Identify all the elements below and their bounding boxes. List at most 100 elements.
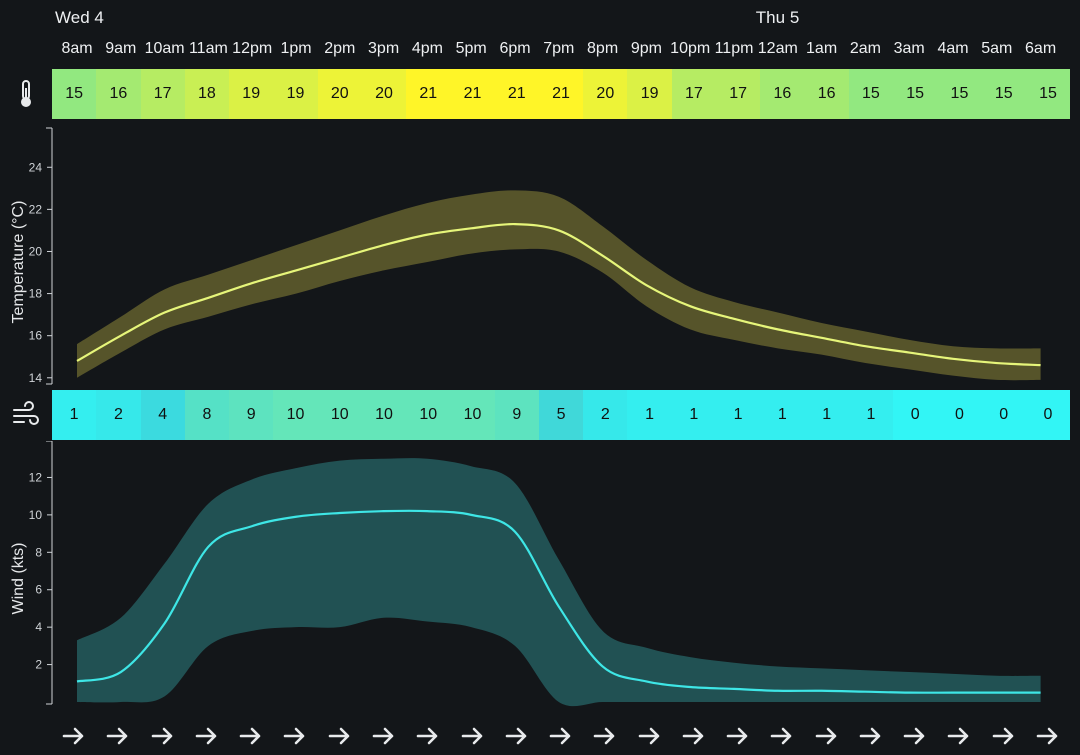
strip-cell: 19 (229, 69, 274, 119)
y-tick-label: 2 (35, 658, 42, 672)
strip-cell: 17 (671, 69, 716, 119)
hour-label: 2am (849, 40, 881, 57)
y-tick-label: 16 (29, 329, 43, 343)
arrow-right-icon (893, 722, 937, 750)
strip-cell: 1 (715, 390, 761, 440)
arrow-right-icon (716, 722, 760, 750)
day-label: Thu 5 (755, 8, 800, 27)
y-axis-title: Temperature (°C) (10, 201, 27, 324)
strip-cell: 16 (804, 69, 849, 119)
arrow-right-icon (583, 722, 627, 750)
hour-label: 6am (1025, 40, 1057, 57)
strip-cell: 10 (450, 390, 495, 440)
y-tick-label: 24 (29, 160, 43, 174)
arrow-right-icon (760, 722, 804, 750)
strip-cell: 9 (229, 390, 274, 440)
y-tick-label: 10 (29, 508, 43, 522)
hour-label: 4am (937, 40, 969, 57)
strip-cell: 17 (715, 69, 761, 119)
arrow-right-icon (672, 722, 716, 750)
arrow-right-icon (141, 722, 185, 750)
hour-label: 10pm (670, 40, 711, 57)
strip-cell: 1 (848, 390, 894, 440)
arrow-right-icon (273, 722, 317, 750)
wind-chart: 2 4 6 8 10 12 Wind (kts) (10, 441, 1041, 707)
strip-cell: 20 (361, 69, 407, 119)
arrow-right-icon (229, 722, 273, 750)
hour-label: 5pm (455, 40, 487, 57)
arrow-right-icon (406, 722, 450, 750)
strip-cell: 16 (96, 69, 141, 119)
arrow-right-icon (450, 722, 494, 750)
strip-cell: 20 (583, 69, 628, 119)
arrow-right-icon (849, 722, 893, 750)
arrow-right-icon (937, 722, 981, 750)
arrow-right-icon (1026, 722, 1070, 750)
strip-cell: 21 (538, 69, 584, 119)
arrow-right-icon (982, 722, 1026, 750)
strip-cell: 10 (406, 390, 451, 440)
y-tick-label: 12 (29, 470, 43, 484)
uncertainty-band (77, 458, 1041, 707)
hour-label: 6pm (499, 40, 531, 57)
y-axis-title: Wind (kts) (10, 543, 27, 615)
hour-label: 9pm (630, 40, 662, 57)
arrow-right-icon (495, 722, 539, 750)
strip-cell: 21 (450, 69, 495, 119)
hour-label: 8am (61, 40, 93, 57)
strip-cell: 10 (361, 390, 407, 440)
strip-cell: 2 (583, 390, 628, 440)
strip-cell: 10 (317, 390, 362, 440)
arrow-right-icon (805, 722, 849, 750)
strip-cell: 16 (760, 69, 805, 119)
arrow-right-icon (96, 722, 140, 750)
y-tick-label: 4 (35, 620, 42, 634)
arrow-right-icon (318, 722, 362, 750)
arrow-right-icon (362, 722, 406, 750)
temperature-chart: 14 16 18 20 22 24 Temperature (°C) (10, 127, 1041, 385)
y-tick-label: 8 (35, 545, 42, 559)
strip-cell: 15 (848, 69, 894, 119)
strip-cell: 15 (1025, 69, 1071, 119)
y-tick-label: 20 (29, 244, 43, 258)
strip-cell: 4 (140, 390, 185, 440)
hour-label: 10am (144, 40, 185, 57)
y-tick-label: 18 (29, 287, 43, 301)
strip-cell: 15 (981, 69, 1026, 119)
strip-cell: 10 (273, 390, 318, 440)
strip-cell: 1 (671, 390, 716, 440)
strip-cell: 19 (273, 69, 318, 119)
wind-icon (12, 401, 40, 431)
strip-cell: 0 (937, 390, 982, 440)
strip-cell: 1 (52, 390, 97, 440)
strip-cell: 1 (760, 390, 805, 440)
strip-cell: 17 (140, 69, 185, 119)
hour-label: 7pm (543, 40, 575, 57)
strip-cell: 2 (96, 390, 141, 440)
hour-label: 12pm (232, 40, 273, 57)
y-tick-label: 14 (29, 371, 43, 385)
hour-label: 11am (188, 40, 228, 57)
strip-cell: 1 (627, 390, 672, 440)
strip-cell: 21 (406, 69, 451, 119)
hour-label: 1pm (280, 40, 312, 57)
strip-cell: 19 (627, 69, 672, 119)
strip-cell: 18 (184, 69, 230, 119)
strip-cell: 5 (538, 390, 584, 440)
wind-strip: 1 2 4 8 9 10 10 10 10 10 9 5 2 1 1 1 1 1 1 0 0 0 0 (52, 390, 1071, 440)
hour-label: 11pm (714, 40, 754, 57)
strip-cell: 0 (893, 390, 938, 440)
hour-label: 1am (806, 40, 838, 57)
hour-label: 4pm (411, 40, 443, 57)
hour-label: 7 (1062, 40, 1080, 58)
strip-cell: 15 (52, 69, 97, 119)
strip-cell: 21 (494, 69, 539, 119)
temperature-strip: 15 16 17 18 19 19 20 20 21 21 21 21 20 19 17 17 16 16 15 15… (52, 69, 1071, 119)
strip-cell: 9 (494, 390, 539, 440)
hour-label: 5am (981, 40, 1013, 57)
day-label: Wed 4 (55, 8, 104, 27)
strip-cell: 0 (981, 390, 1026, 440)
arrow-right-icon (539, 722, 583, 750)
strip-cell: 15 (893, 69, 938, 119)
hour-label: 8pm (587, 40, 619, 57)
